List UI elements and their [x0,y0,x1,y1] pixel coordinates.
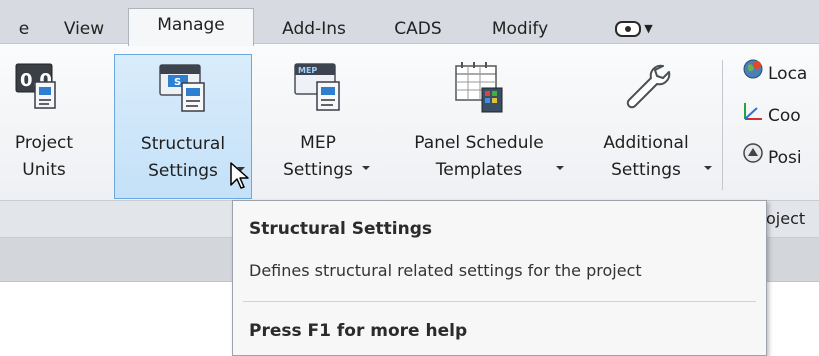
mep-settings-button[interactable]: MEP MEP Settings [264,54,372,199]
ribbon-panel: 0.0 Project Units S Structural Settings … [0,44,819,201]
additional-settings-label-2: Settings [611,160,681,180]
position-button[interactable]: Posi [742,142,802,172]
panel-schedule-templates-button[interactable]: Panel Schedule Templates [388,54,570,199]
location-globe-icon [742,58,764,90]
ribbon-tab-bar: e View Manage Add-Ins CADS Modify ▼ [0,0,819,46]
panel-schedule-templates-icon [452,60,506,123]
coordinates-label: Coo [768,106,801,126]
project-units-label-2: Units [22,160,66,180]
mep-settings-icon: MEP [293,60,343,121]
chevron-down-icon: ▼ [644,22,653,35]
additional-settings-button[interactable]: Additional Settings [584,54,712,199]
tab-modify[interactable]: Modify [480,14,560,44]
mep-settings-label-2: Settings [283,160,353,180]
tooltip-divider [243,301,756,302]
dropdown-arrow-icon[interactable] [362,166,370,170]
tab-view[interactable]: View [56,14,112,44]
tab-mouse-menu[interactable]: ▼ [604,14,664,44]
tooltip-title: Structural Settings [249,219,433,239]
tooltip-description: Defines structural related settings for … [249,261,642,280]
location-button[interactable]: Loca [742,58,807,88]
mouse-icon [615,21,642,37]
mouse-cursor-icon [229,161,251,195]
project-units-icon: 0.0 [15,60,61,119]
coordinates-button[interactable]: Coo [742,100,801,130]
position-label: Posi [768,148,802,168]
structural-settings-label-1: Structural [140,134,226,154]
panel-divider [722,60,723,190]
panel-schedule-templates-label-2: Templates [435,160,523,180]
tab-add-ins[interactable]: Add-Ins [274,14,354,44]
project-units-label-1: Project [14,133,74,153]
dropdown-arrow-icon[interactable] [704,166,712,170]
svg-text:S: S [174,77,181,88]
panel-title: oject [766,209,806,228]
structural-settings-icon: S [158,61,208,122]
mep-settings-label-1: MEP [300,133,336,153]
tab-manage[interactable]: Manage [128,8,254,46]
dropdown-arrow-icon[interactable] [556,166,564,170]
wrench-icon [619,60,673,123]
project-units-button[interactable]: 0.0 Project Units [0,54,98,199]
tooltip-help-text: Press F1 for more help [249,321,468,341]
panel-schedule-templates-label-1: Panel Schedule [414,133,544,153]
tooltip: Structural Settings Defines structural r… [232,200,767,356]
coordinates-icon [742,100,764,132]
svg-text:MEP: MEP [298,66,317,75]
position-icon [742,142,764,174]
tab-partial[interactable]: e [14,14,34,44]
additional-settings-label-1: Additional [603,133,689,153]
location-label: Loca [768,64,808,84]
tab-cads[interactable]: CADS [386,14,450,44]
